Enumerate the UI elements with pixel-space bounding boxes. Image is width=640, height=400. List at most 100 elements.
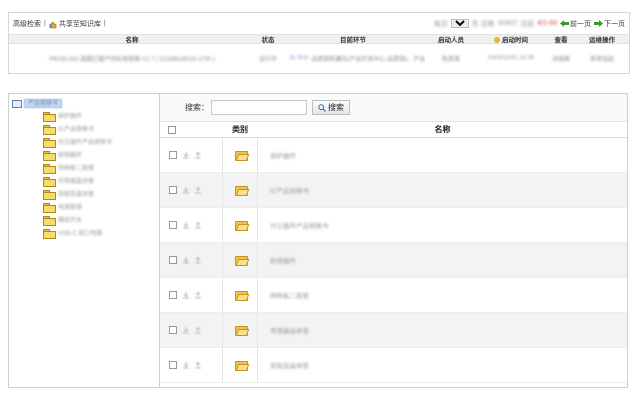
advanced-search-link[interactable]: 高级检索: [13, 19, 41, 29]
list-item[interactable]: 双极型晶体管: [160, 348, 627, 383]
row-name[interactable]: IC产品规格书: [258, 185, 627, 195]
tree-item[interactable]: 保护器件: [12, 109, 159, 122]
arrow-left-icon: [560, 20, 569, 27]
search-button-label: 搜索: [328, 103, 344, 112]
table-row[interactable]: PROD-002 晶圆已量产的标准规格 V1.7 ( D1D5624D15-1/…: [9, 44, 629, 72]
column-header-name[interactable]: 名称: [9, 34, 255, 44]
list-item[interactable]: 分立器件产品规格书: [160, 208, 627, 243]
row-checkbox[interactable]: [169, 326, 177, 334]
row-type-cell: [222, 278, 258, 312]
process-name-cell[interactable]: PROD-002 晶圆已量产的标准规格 V1.7 ( D1D5624D15-1/…: [9, 54, 255, 63]
row-checkbox[interactable]: [169, 291, 177, 299]
upload-icon[interactable]: [194, 361, 202, 369]
tree-item[interactable]: IC产品规格书: [12, 122, 159, 135]
pager-text: 条 总数: [471, 20, 495, 28]
row-name[interactable]: 传感器晶体管: [258, 325, 627, 335]
next-page-button[interactable]: 下一页: [594, 19, 625, 29]
tree-item[interactable]: 电源管理: [12, 200, 159, 213]
row-type-cell: [222, 138, 258, 172]
row-name[interactable]: 保护器件: [258, 150, 627, 160]
tree-root[interactable]: 产品规格书: [12, 98, 159, 109]
row-check-cell: [160, 221, 180, 229]
list-item[interactable]: 射频器件: [160, 243, 627, 278]
row-name[interactable]: 特种板二极管: [258, 290, 627, 300]
column-header-start-time[interactable]: 启动时间: [477, 34, 545, 44]
column-header-current-step[interactable]: 目前环节: [281, 34, 425, 44]
search-input[interactable]: [211, 100, 307, 115]
upload-icon[interactable]: [194, 256, 202, 264]
page-size-select[interactable]: [450, 19, 469, 28]
row-type-cell: [222, 173, 258, 207]
column-header-status[interactable]: 状态: [255, 34, 281, 44]
download-icon[interactable]: [182, 186, 190, 194]
download-icon[interactable]: [182, 361, 190, 369]
tree-item-label: 特种板二极管: [58, 166, 95, 172]
column-header-operations[interactable]: 运维操作: [577, 34, 627, 44]
upload-icon[interactable]: [194, 151, 202, 159]
share-to-knowledge-base-link[interactable]: 共享至知识库: [59, 19, 101, 29]
row-type-cell: [222, 208, 258, 242]
pager-text: 每页: [433, 20, 448, 28]
tree-item[interactable]: 模拟开关: [12, 213, 159, 226]
row-check-cell: [160, 326, 180, 334]
row-actions: [180, 361, 222, 369]
download-icon[interactable]: [182, 151, 190, 159]
prev-page-button[interactable]: 前一页: [560, 19, 591, 29]
search-button[interactable]: 搜索: [312, 100, 350, 115]
download-icon[interactable]: [182, 291, 190, 299]
toolbar-separator: |: [103, 20, 106, 27]
tree-item-label: 射频器件: [58, 153, 83, 159]
tree-item[interactable]: USB-C 接口电路: [12, 226, 159, 239]
column-header-name[interactable]: 名称: [258, 124, 627, 135]
folder-icon: [43, 202, 56, 213]
search-label: 搜索：: [185, 103, 209, 112]
folder-icon: [43, 189, 56, 200]
tree-item-label: 保护器件: [58, 114, 83, 120]
process-step-code: IC N-D: [290, 55, 309, 61]
toolbar-separator: |: [44, 20, 46, 27]
column-header-type[interactable]: 类别: [222, 124, 258, 135]
monitor-icon: [12, 99, 22, 108]
download-icon[interactable]: [182, 221, 190, 229]
tree-item[interactable]: 传感器晶体管: [12, 174, 159, 187]
tree-item[interactable]: 特种板二极管: [12, 161, 159, 174]
row-name[interactable]: 分立器件产品规格书: [258, 220, 627, 230]
list-item[interactable]: IC产品规格书: [160, 173, 627, 208]
column-header-view[interactable]: 查看: [545, 34, 577, 44]
open-folder-icon: [234, 361, 248, 371]
list-item[interactable]: 特种板二极管: [160, 278, 627, 313]
folder-icon: [43, 228, 56, 239]
row-checkbox[interactable]: [169, 186, 177, 194]
row-checkbox[interactable]: [169, 361, 177, 369]
folder-icon: [43, 111, 56, 122]
upload-icon[interactable]: [194, 291, 202, 299]
folder-icon: [43, 163, 56, 174]
row-actions: [180, 256, 222, 264]
tree-item[interactable]: 双极型晶体管: [12, 187, 159, 200]
share-hand-icon[interactable]: [49, 20, 58, 29]
tree-item[interactable]: 分立器件产品规格书: [12, 135, 159, 148]
open-folder-icon: [234, 256, 248, 266]
row-checkbox[interactable]: [169, 221, 177, 229]
list-item[interactable]: 保护器件: [160, 138, 627, 173]
column-header-starter[interactable]: 启动人员: [425, 34, 477, 44]
document-browser: 产品规格书 保护器件 IC产品规格书 分立器件产品规格书 射频器件 特种板二极管…: [8, 93, 628, 388]
row-name[interactable]: 双极型晶体管: [258, 360, 627, 370]
folder-icon: [43, 137, 56, 148]
row-actions: [180, 151, 222, 159]
upload-icon[interactable]: [194, 326, 202, 334]
download-icon[interactable]: [182, 256, 190, 264]
row-checkbox[interactable]: [169, 256, 177, 264]
process-grid-header: 名称 状态 目前环节 启动人员 启动时间 查看 运维操作: [9, 34, 629, 44]
row-name[interactable]: 射频器件: [258, 255, 627, 265]
row-checkbox[interactable]: [169, 151, 177, 159]
process-view-link[interactable]: 流程图: [545, 54, 577, 63]
upload-icon[interactable]: [194, 221, 202, 229]
process-operation-link[interactable]: 审单挂起: [577, 54, 627, 63]
list-item[interactable]: 传感器晶体管: [160, 313, 627, 348]
download-icon[interactable]: [182, 326, 190, 334]
upload-icon[interactable]: [194, 186, 202, 194]
next-page-label: 下一页: [604, 20, 625, 28]
select-all-checkbox[interactable]: [168, 125, 176, 134]
tree-item[interactable]: 射频器件: [12, 148, 159, 161]
